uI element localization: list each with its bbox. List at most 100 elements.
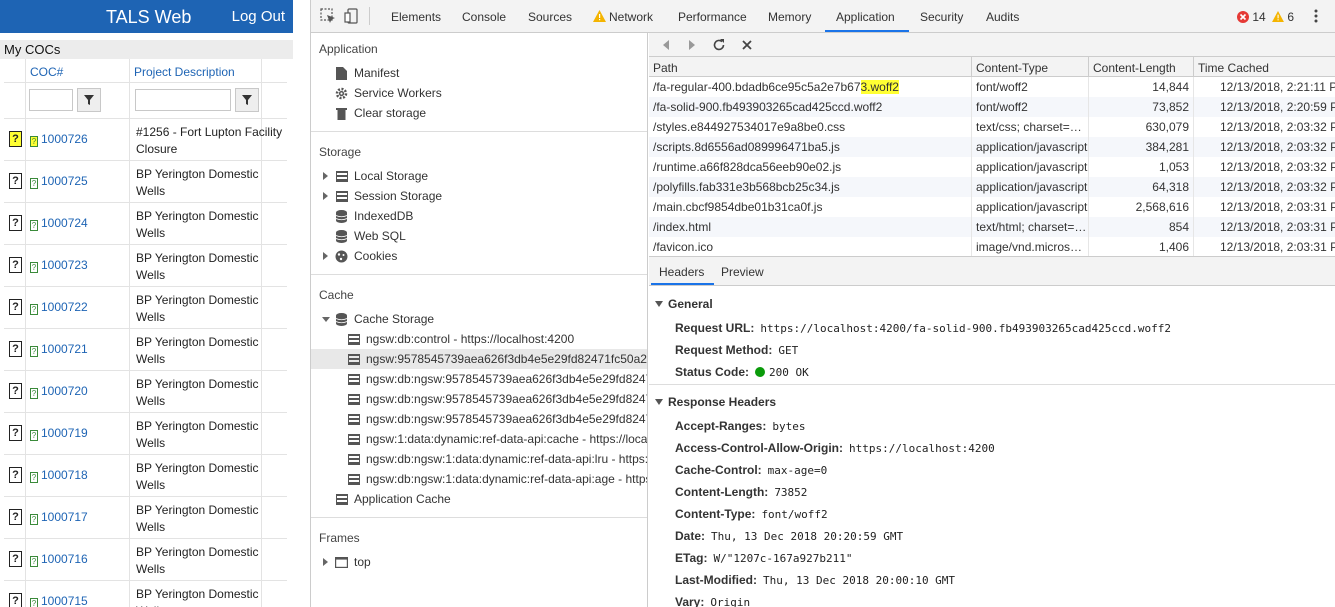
question-icon[interactable]: ?	[9, 173, 22, 189]
cache-row[interactable]: /index.htmltext/html; charset=UTF-8854 12…	[649, 217, 1335, 237]
cache-row[interactable]: /runtime.a66f828dca56eeb90e02.js applicat…	[649, 157, 1335, 177]
tab-security[interactable]: Security	[920, 10, 963, 24]
expand-arrow-icon[interactable]	[323, 252, 328, 260]
sidebar-cache-entry[interactable]: ngsw:1:data:dynamic:ref-data-api:cache -…	[347, 429, 647, 449]
coc-link[interactable]: ? 1000723	[30, 258, 88, 273]
sidebar-item-local-storage[interactable]: Local Storage	[323, 166, 428, 186]
coc-link[interactable]: ? 1000715	[30, 594, 88, 607]
description-filter-input[interactable]	[135, 89, 231, 111]
cache-row[interactable]: /favicon.icoimage/vnd.microsoft.icon1,40…	[649, 237, 1335, 257]
question-icon[interactable]: ?	[9, 425, 22, 441]
sidebar-item-application-cache[interactable]: Application Cache	[335, 489, 451, 509]
table-row[interactable]: ?? 1000725 BP Yerington Domestic Wells	[4, 161, 287, 203]
coc-link[interactable]: ? 1000722	[30, 300, 88, 315]
sidebar-cache-entry[interactable]: ngsw:db:ngsw:1:data:dynamic:ref-data-api…	[347, 449, 647, 469]
expand-arrow-icon[interactable]	[323, 192, 328, 200]
coc-link[interactable]: ? 1000724	[30, 216, 88, 231]
next-page-icon[interactable]	[684, 37, 700, 53]
sidebar-item-clear-storage[interactable]: Clear storage	[335, 103, 426, 123]
table-row[interactable]: ?? 1000719 BP Yerington Domestic Wells	[4, 413, 287, 455]
refresh-icon[interactable]	[711, 37, 727, 53]
tab-preview[interactable]: Preview	[721, 265, 764, 279]
tab-elements[interactable]: Elements	[391, 10, 441, 24]
description-filter-button[interactable]	[235, 88, 259, 112]
collapse-arrow-icon[interactable]	[322, 317, 330, 322]
description-column-header[interactable]: Project Description	[134, 65, 235, 79]
coc-link[interactable]: ? 1000721	[30, 342, 88, 357]
tab-memory[interactable]: Memory	[768, 10, 811, 24]
coc-link[interactable]: ? 1000717	[30, 510, 88, 525]
question-icon[interactable]: ?	[9, 341, 22, 357]
previous-page-icon[interactable]	[658, 37, 674, 53]
table-row[interactable]: ??1000715BP Yerington Domestic Wells	[4, 581, 287, 607]
logout-link[interactable]: Log Out	[232, 8, 285, 25]
sidebar-cache-entry[interactable]: ngsw:9578545739aea626f3db4e5e29fd82471fc…	[311, 349, 647, 369]
cache-row[interactable]: /fa-solid-900.fb493903265cad425ccd.woff2…	[649, 97, 1335, 117]
table-row[interactable]: ?? 1000716 BP Yerington Domestic Wells	[4, 539, 287, 581]
table-row[interactable]: ?? 1000726 #1256 - Fort Lupton Facility Cl…	[4, 119, 287, 161]
coc-link[interactable]: ? 1000716	[30, 552, 88, 567]
general-section-toggle[interactable]: General	[655, 297, 713, 311]
coc-filter-button[interactable]	[77, 88, 101, 112]
table-row[interactable]: ?? 1000718 BP Yerington Domestic Wells	[4, 455, 287, 497]
cache-row[interactable]: /fa-regular-400.bdadb6ce95c5a2e7b673.wof…	[649, 77, 1335, 97]
question-icon[interactable]: ?	[9, 257, 22, 273]
sidebar-cache-entry[interactable]: ngsw:db:ngsw:1:data:dynamic:ref-data-api…	[347, 469, 647, 489]
response-headers-section-toggle[interactable]: Response Headers	[655, 395, 776, 409]
sidebar-item-cookies[interactable]: Cookies	[323, 246, 397, 266]
tab-application[interactable]: Application	[836, 10, 895, 24]
coc-link[interactable]: ? 1000719	[30, 426, 88, 441]
table-row[interactable]: ?? 1000720 BP Yerington Domestic Wells	[4, 371, 287, 413]
cache-row[interactable]: /styles.e844927534017e9a8be0.css text/css…	[649, 117, 1335, 137]
cache-row[interactable]: /main.cbcf9854dbe01b31ca0f.js application…	[649, 197, 1335, 217]
coc-filter-input[interactable]	[29, 89, 73, 111]
console-counts[interactable]: 14 6	[1237, 10, 1294, 24]
tab-headers[interactable]: Headers	[659, 265, 704, 279]
device-toolbar-icon[interactable]	[344, 8, 360, 24]
question-icon[interactable]: ?	[9, 509, 22, 525]
question-icon[interactable]: ?	[9, 215, 22, 231]
column-content-type[interactable]: Content-Type	[972, 57, 1089, 77]
sidebar-cache-entry[interactable]: ngsw:db:ngsw:9578545739aea626f3db4e5e29f…	[347, 409, 647, 429]
sidebar-item-frame-top[interactable]: top	[323, 552, 371, 572]
coc-link[interactable]: ? 1000718	[30, 468, 88, 483]
tab-console[interactable]: Console	[462, 10, 506, 24]
coc-link[interactable]: ? 1000726	[30, 132, 88, 147]
cache-row[interactable]: /polyfills.fab331e3b568bcb25c34.js applic…	[649, 177, 1335, 197]
question-icon[interactable]: ?	[9, 383, 22, 399]
sidebar-item-cache-storage[interactable]: Cache Storage	[322, 309, 434, 329]
cache-row[interactable]: /scripts.8d6556ad089996471ba5.js applicat…	[649, 137, 1335, 157]
table-row[interactable]: ?? 1000724 BP Yerington Domestic Wells	[4, 203, 287, 245]
table-row[interactable]: ?? 1000722 BP Yerington Domestic Wells	[4, 287, 287, 329]
table-row[interactable]: ?? 1000721 BP Yerington Domestic Wells	[4, 329, 287, 371]
sidebar-item-indexeddb[interactable]: IndexedDB	[335, 206, 413, 226]
sidebar-cache-entry[interactable]: ngsw:db:ngsw:9578545739aea626f3db4e5e29f…	[347, 389, 647, 409]
tab-network[interactable]: Network	[609, 10, 653, 24]
tab-sources[interactable]: Sources	[528, 10, 572, 24]
tab-audits[interactable]: Audits	[986, 10, 1019, 24]
question-icon[interactable]: ?	[9, 593, 22, 607]
sidebar-cache-entry[interactable]: ngsw:db:ngsw:9578545739aea626f3db4e5e29f…	[347, 369, 647, 389]
sidebar-item-service-workers[interactable]: Service Workers	[335, 83, 442, 103]
sidebar-item-web-sql[interactable]: Web SQL	[335, 226, 406, 246]
expand-arrow-icon[interactable]	[323, 558, 328, 566]
inspect-element-icon[interactable]	[320, 8, 336, 24]
question-icon[interactable]: ?	[9, 467, 22, 483]
sidebar-item-manifest[interactable]: Manifest	[335, 63, 399, 83]
delete-icon[interactable]	[739, 37, 755, 53]
coc-column-header[interactable]: COC#	[30, 65, 63, 79]
table-row[interactable]: ?? 1000717 BP Yerington Domestic Wells	[4, 497, 287, 539]
more-options-icon[interactable]	[1311, 8, 1321, 24]
column-path[interactable]: Path	[649, 57, 972, 77]
sidebar-item-session-storage[interactable]: Session Storage	[323, 186, 442, 206]
expand-arrow-icon[interactable]	[323, 172, 328, 180]
question-icon[interactable]: ?	[9, 551, 22, 567]
question-icon[interactable]: ?	[9, 299, 22, 315]
coc-link[interactable]: ? 1000725	[30, 174, 88, 189]
column-content-length[interactable]: Content-Length	[1089, 57, 1194, 77]
sidebar-cache-entry[interactable]: ngsw:db:control - https://localhost:4200	[347, 329, 647, 349]
tab-performance[interactable]: Performance	[678, 10, 747, 24]
table-row[interactable]: ?? 1000723 BP Yerington Domestic Wells	[4, 245, 287, 287]
question-icon[interactable]: ?	[9, 131, 22, 147]
column-time-cached[interactable]: Time Cached	[1194, 57, 1335, 77]
